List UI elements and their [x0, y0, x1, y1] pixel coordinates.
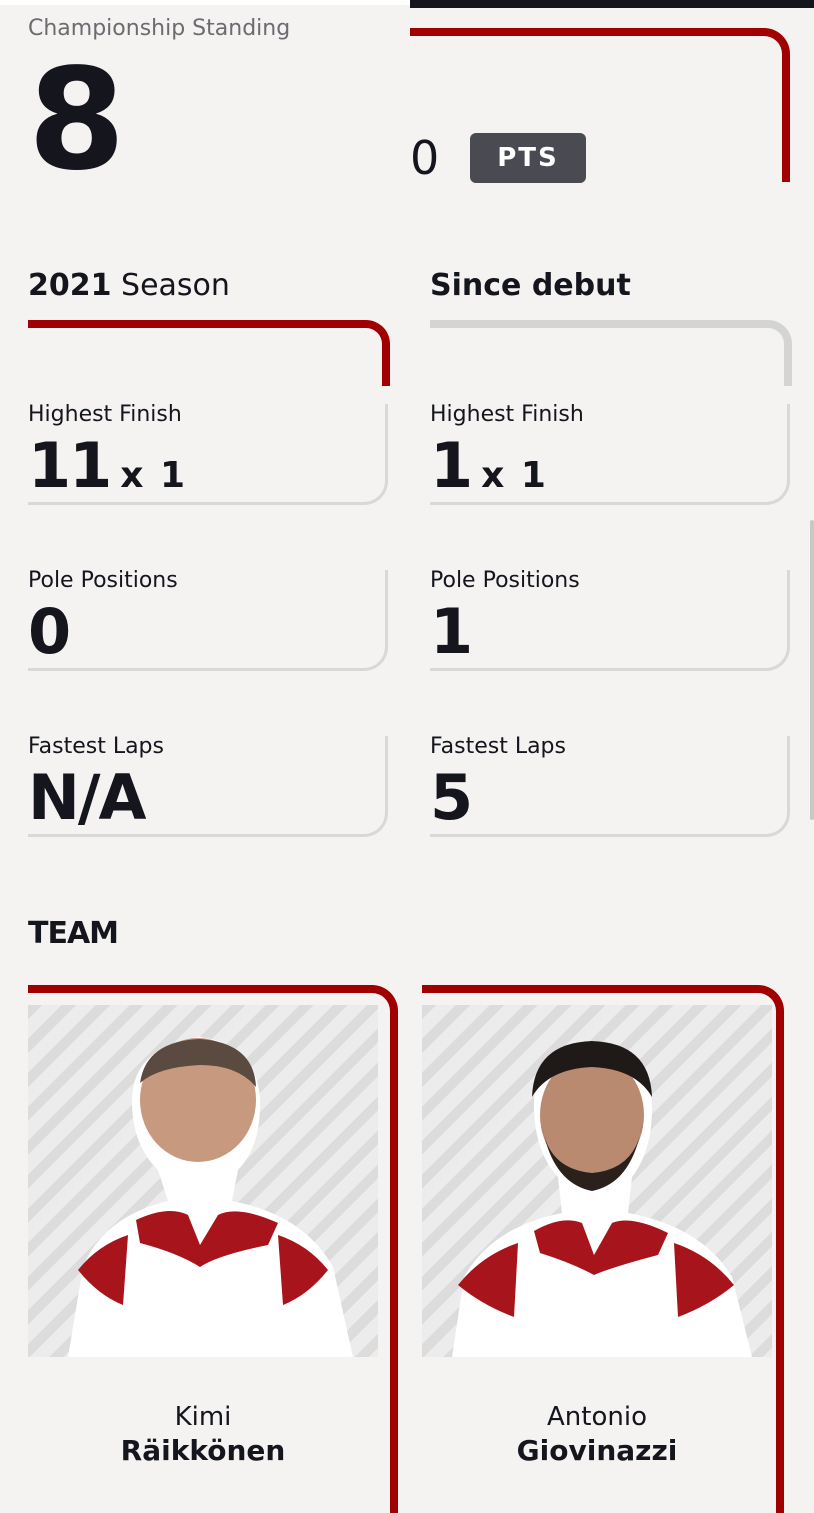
driver-photo[interactable]	[28, 1005, 378, 1357]
championship-position: 8	[28, 39, 125, 202]
points-badge: PTS	[470, 133, 586, 183]
scrollbar[interactable]	[810, 520, 814, 820]
season-word: Season	[121, 268, 230, 303]
season-heading: 2021 Season	[28, 268, 230, 303]
season-pole-positions-card: Pole Positions 0	[28, 568, 388, 671]
since-debut-heading: Since debut	[430, 268, 631, 303]
debut-fastest-laps-card: Fastest Laps 5	[430, 734, 790, 837]
stat-value: 1	[430, 595, 473, 668]
driver-last-name: Giovinazzi	[516, 1434, 678, 1467]
stat-number: 11	[28, 429, 112, 502]
season-highest-finish-card: Highest Finish 11 x 1	[28, 402, 388, 505]
debut-frame	[430, 320, 792, 386]
stat-value: 0	[28, 595, 71, 668]
stat-label: Fastest Laps	[28, 734, 164, 759]
driver-last-name: Räikkönen	[120, 1434, 286, 1467]
stat-label: Pole Positions	[430, 568, 580, 593]
stat-label: Highest Finish	[28, 402, 182, 427]
stat-multiplier: x 1	[481, 455, 548, 496]
stat-value: 11 x 1	[28, 430, 187, 512]
championship-label: Championship Standing	[28, 16, 291, 41]
debut-highest-finish-card: Highest Finish 1x 1	[430, 402, 790, 505]
stat-value: 5	[430, 761, 473, 834]
season-frame	[28, 320, 390, 386]
debut-pole-positions-card: Pole Positions 1	[430, 568, 790, 671]
driver-photo[interactable]	[422, 1005, 772, 1357]
stat-label: Pole Positions	[28, 568, 178, 593]
points-value: 0	[410, 131, 440, 185]
driver-first-name: Antonio	[547, 1402, 647, 1432]
stat-value: N/A	[28, 761, 147, 834]
stat-multiplier: x 1	[120, 455, 188, 496]
stat-label: Fastest Laps	[430, 734, 566, 759]
stat-label: Highest Finish	[430, 402, 584, 427]
championship-frame	[410, 28, 790, 182]
driver-silhouette-icon	[68, 1037, 353, 1357]
driver-first-name: Kimi	[174, 1402, 232, 1432]
driver-silhouette-icon	[452, 1041, 752, 1357]
season-year: 2021	[28, 268, 112, 303]
team-heading: TEAM	[28, 916, 119, 951]
top-bar-dark	[410, 0, 814, 8]
stat-value: 1x 1	[430, 430, 548, 512]
stat-number: 1	[430, 429, 473, 502]
season-fastest-laps-card: Fastest Laps N/A	[28, 734, 388, 837]
top-bar-light	[0, 0, 410, 5]
